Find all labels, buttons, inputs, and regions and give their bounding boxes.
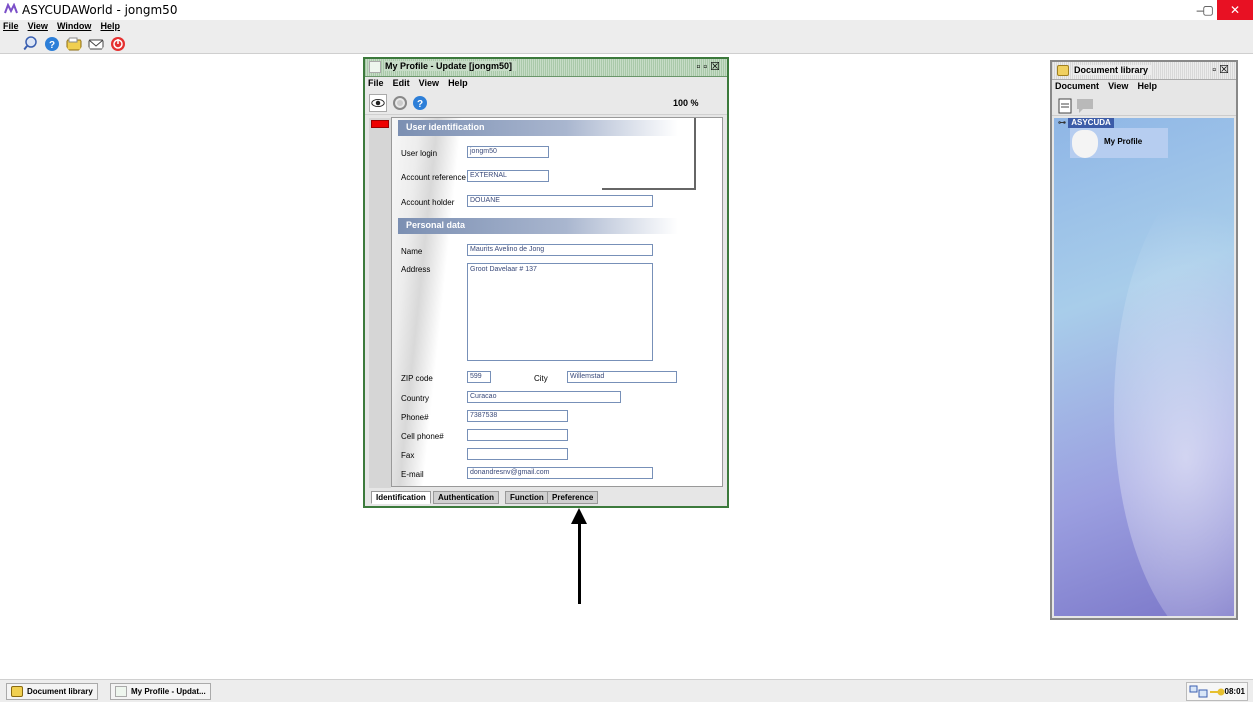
folder-icon bbox=[1057, 65, 1069, 76]
taskbar-my-profile[interactable]: My Profile - Updat... bbox=[110, 683, 211, 700]
view-eye-icon[interactable] bbox=[369, 94, 387, 112]
annotation-arrow bbox=[578, 524, 581, 604]
menu-file[interactable]: File bbox=[0, 20, 22, 32]
window-icon bbox=[115, 686, 127, 697]
doclib-tree: ⊶ ASYCUDA My Profile bbox=[1054, 118, 1234, 616]
main-toolbar: ? bbox=[0, 34, 1253, 54]
menu-window[interactable]: Window bbox=[54, 20, 94, 32]
svg-text:?: ? bbox=[49, 40, 55, 51]
network-icon[interactable] bbox=[1189, 685, 1209, 699]
label-cell-phone: Cell phone# bbox=[401, 432, 444, 441]
profile-face-icon bbox=[1072, 130, 1098, 158]
my-profile-label: My Profile bbox=[1104, 137, 1143, 146]
search-icon[interactable] bbox=[22, 36, 38, 52]
window-controls-icon[interactable]: ▫▫☒ bbox=[696, 60, 723, 73]
country-field[interactable]: Curacao bbox=[467, 391, 621, 403]
tree-root-label: ASYCUDA bbox=[1068, 118, 1114, 128]
name-field[interactable]: Maurits Avelino de Jong bbox=[467, 244, 653, 256]
label-city: City bbox=[534, 374, 548, 383]
section-user-identification: User identification bbox=[398, 120, 678, 136]
power-icon[interactable] bbox=[110, 36, 126, 52]
doclib-window-controls-icon[interactable]: ▫☒ bbox=[1212, 63, 1232, 76]
account-holder-field[interactable]: DOUANE bbox=[467, 195, 653, 207]
profile-form: User identification User login jongm50 A… bbox=[391, 117, 723, 487]
profile-window-titlebar[interactable]: My Profile - Update [jongm50] ▫▫☒ bbox=[365, 59, 727, 77]
label-country: Country bbox=[401, 394, 430, 403]
document-library-icon[interactable] bbox=[66, 36, 82, 52]
label-zip: ZIP code bbox=[401, 374, 433, 383]
label-email: E-mail bbox=[401, 470, 424, 479]
comment-icon[interactable] bbox=[1076, 97, 1094, 114]
doclib-toolbar bbox=[1052, 94, 1236, 116]
tab-function[interactable]: Function bbox=[505, 491, 549, 504]
taskbar-document-library-label: Document library bbox=[27, 687, 93, 696]
side-strip bbox=[369, 118, 391, 488]
doclib-title: Document library bbox=[1074, 65, 1153, 75]
zip-field[interactable]: 599 bbox=[467, 371, 491, 383]
menu-help[interactable]: Help bbox=[97, 20, 123, 32]
label-phone: Phone# bbox=[401, 413, 429, 422]
label-fax: Fax bbox=[401, 451, 415, 460]
doclib-menu-view[interactable]: View bbox=[1105, 81, 1131, 91]
profile-window-title: My Profile - Update [jongm50] bbox=[385, 61, 517, 71]
city-field[interactable]: Willemstad bbox=[567, 371, 677, 383]
address-textarea[interactable]: Groot Davelaar # 137 bbox=[467, 263, 653, 361]
profile-window: My Profile - Update [jongm50] ▫▫☒ File E… bbox=[363, 57, 729, 508]
help-icon[interactable]: ? bbox=[44, 36, 60, 52]
zoom-level: 100 % bbox=[673, 98, 699, 108]
profile-menubar: File Edit View Help bbox=[365, 77, 727, 91]
phone-field[interactable]: 7387538 bbox=[467, 410, 568, 422]
tab-identification[interactable]: Identification bbox=[371, 491, 431, 504]
doclib-menubar: Document View Help bbox=[1052, 80, 1236, 94]
label-name: Name bbox=[401, 247, 423, 256]
app-titlebar: ASYCUDAWorld - jongm50 – ▢ ✕ bbox=[0, 0, 1253, 20]
system-tray: 08:01 bbox=[1186, 682, 1248, 701]
error-flag-icon[interactable] bbox=[371, 120, 389, 128]
email-field[interactable]: donandresnv@gmail.com bbox=[467, 467, 653, 479]
new-document-icon[interactable] bbox=[1058, 98, 1072, 114]
expand-toggle-icon[interactable]: ⊶ bbox=[1058, 118, 1066, 127]
account-reference-field[interactable]: EXTERNAL bbox=[467, 170, 549, 182]
user-login-field[interactable]: jongm50 bbox=[467, 146, 549, 158]
profile-tabs: Identification Authentication Function P… bbox=[371, 491, 723, 505]
profile-help-icon[interactable]: ? bbox=[411, 94, 429, 112]
taskbar-document-library[interactable]: Document library bbox=[6, 683, 98, 700]
app-title: ASYCUDAWorld - jongm50 bbox=[22, 3, 178, 17]
label-address: Address bbox=[401, 265, 431, 274]
profile-menu-help[interactable]: Help bbox=[445, 78, 471, 88]
annotation-arrow-head bbox=[571, 508, 587, 524]
key-icon[interactable] bbox=[1209, 687, 1225, 697]
clock: 08:01 bbox=[1224, 687, 1245, 696]
label-account-reference: Account reference bbox=[401, 173, 466, 182]
profile-menu-view[interactable]: View bbox=[416, 78, 442, 88]
doclib-titlebar[interactable]: Document library ▫☒ bbox=[1052, 62, 1236, 80]
profile-toolbar: ? 100 % bbox=[365, 91, 727, 115]
my-profile-tile[interactable]: My Profile bbox=[1070, 128, 1168, 158]
taskbar: Document library My Profile - Updat... 0… bbox=[0, 679, 1253, 702]
asycuda-logo-icon bbox=[4, 3, 18, 14]
mail-icon[interactable] bbox=[88, 36, 104, 52]
label-user-login: User login bbox=[401, 149, 438, 158]
svg-text:?: ? bbox=[417, 99, 423, 110]
section-personal-data: Personal data bbox=[398, 218, 678, 234]
fax-field[interactable] bbox=[467, 448, 568, 460]
background-wave bbox=[1114, 158, 1234, 616]
tab-authentication[interactable]: Authentication bbox=[433, 491, 499, 504]
folder-icon bbox=[11, 686, 23, 697]
document-library-window: Document library ▫☒ Document View Help ⊶… bbox=[1050, 60, 1238, 620]
doclib-menu-help[interactable]: Help bbox=[1135, 81, 1161, 91]
label-account-holder: Account holder bbox=[401, 198, 455, 207]
taskbar-my-profile-label: My Profile - Updat... bbox=[131, 687, 206, 696]
window-icon bbox=[369, 61, 381, 73]
profile-menu-edit[interactable]: Edit bbox=[390, 78, 413, 88]
doclib-menu-document[interactable]: Document bbox=[1052, 81, 1102, 91]
cell-phone-field[interactable] bbox=[467, 429, 568, 441]
main-menubar: File View Window Help bbox=[0, 20, 1253, 34]
tab-preference[interactable]: Preference bbox=[547, 491, 599, 504]
close-button[interactable]: ✕ bbox=[1217, 0, 1253, 20]
refresh-icon[interactable] bbox=[391, 94, 409, 112]
profile-menu-file[interactable]: File bbox=[365, 78, 387, 88]
menu-view[interactable]: View bbox=[25, 20, 51, 32]
